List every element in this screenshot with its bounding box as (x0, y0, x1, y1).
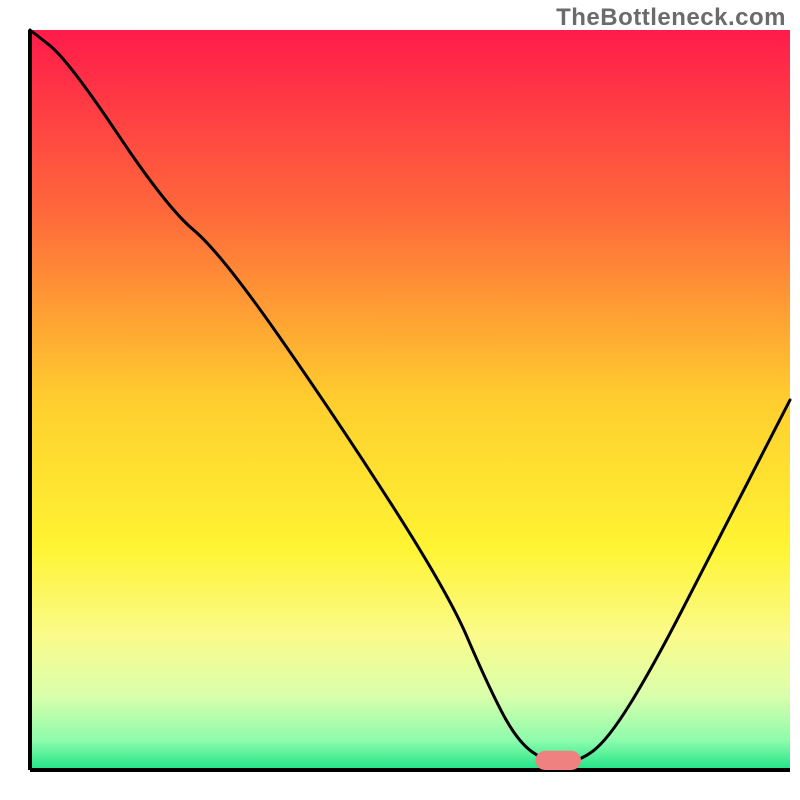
plot-svg (0, 0, 800, 800)
optimal-marker (535, 751, 581, 770)
plot-area (30, 30, 790, 770)
gradient-background (30, 30, 790, 770)
bottleneck-chart: TheBottleneck.com (0, 0, 800, 800)
watermark-text: TheBottleneck.com (556, 4, 786, 32)
